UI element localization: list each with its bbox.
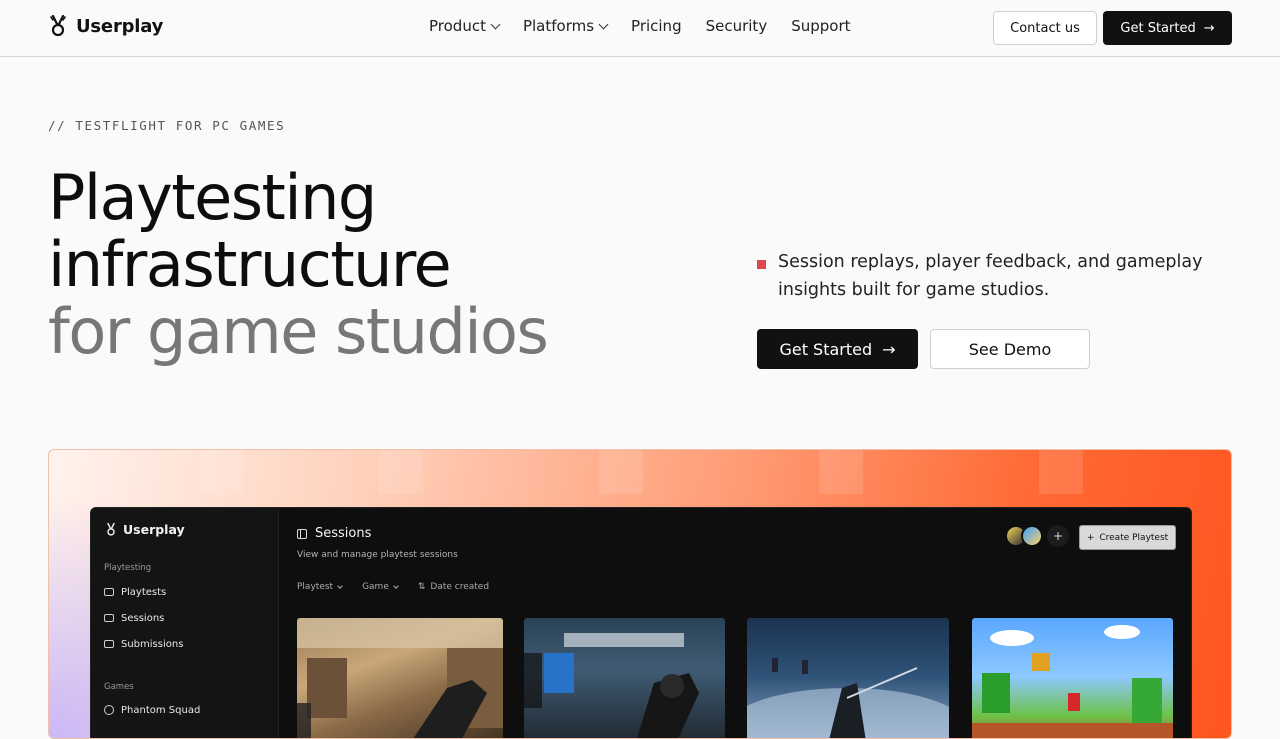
app-sidebar: Userplay Playtesting Playtests Sessions … bbox=[91, 508, 279, 738]
sidebar-item-label: Sessions bbox=[121, 612, 165, 624]
create-playtest-button[interactable]: + Create Playtest bbox=[1079, 525, 1176, 550]
filter-playtest[interactable]: Playtest bbox=[297, 582, 343, 592]
create-playtest-label: Create Playtest bbox=[1099, 532, 1169, 543]
app-brand-name: Userplay bbox=[123, 522, 185, 537]
thumbnail-art bbox=[972, 625, 1173, 738]
sidebar-section-playtesting: Playtesting bbox=[104, 563, 152, 573]
brand-name: Userplay bbox=[76, 15, 164, 37]
sidebar-item-label: Playtests bbox=[121, 586, 167, 598]
nav-get-started-label: Get Started bbox=[1120, 20, 1196, 36]
sidebar-toggle-icon[interactable] bbox=[297, 528, 307, 539]
hero-headline: Playtesting infrastructure for game stud… bbox=[48, 161, 549, 368]
filter-bar: Playtest Game ⇅ Date created bbox=[297, 582, 489, 592]
chevron-down-icon bbox=[598, 19, 609, 29]
globe-icon bbox=[104, 705, 114, 715]
decor-tile bbox=[819, 450, 863, 494]
hero-eyebrow: // TESTFLIGHT FOR PC GAMES bbox=[48, 118, 286, 133]
nav-links: Product Platforms Pricing Security Suppo… bbox=[429, 17, 851, 35]
nav-pricing[interactable]: Pricing bbox=[631, 17, 682, 35]
top-navbar: Userplay Product Platforms Pricing Secur… bbox=[0, 0, 1280, 57]
sort-date-created[interactable]: ⇅ Date created bbox=[418, 582, 489, 592]
page-title-text: Sessions bbox=[315, 526, 372, 541]
nav-security[interactable]: Security bbox=[706, 17, 768, 35]
product-preview-panel: Userplay Playtesting Playtests Sessions … bbox=[48, 449, 1232, 739]
chevron-down-icon bbox=[490, 19, 501, 29]
decor-tile bbox=[1039, 450, 1083, 494]
sidebar-item-label: Submissions bbox=[121, 638, 184, 650]
arrow-right-icon: → bbox=[882, 339, 896, 359]
video-icon bbox=[104, 614, 114, 622]
headline-line-1: Playtesting bbox=[48, 161, 377, 234]
thumbnail-art bbox=[297, 618, 503, 738]
nav-get-started-button[interactable]: Get Started → bbox=[1103, 11, 1232, 45]
chevron-down-icon bbox=[393, 583, 399, 589]
sidebar-item-submissions[interactable]: Submissions bbox=[104, 635, 183, 653]
app-main: Sessions View and manage playtest sessio… bbox=[279, 508, 1191, 738]
logo-icon bbox=[107, 522, 115, 536]
chevron-down-icon bbox=[337, 583, 343, 589]
avatar[interactable] bbox=[1021, 525, 1043, 547]
headline-line-3: for game studios bbox=[48, 295, 549, 368]
decor-tile bbox=[599, 450, 643, 494]
nav-platforms-label: Platforms bbox=[522, 17, 595, 35]
hero-get-started-button[interactable]: Get Started → bbox=[757, 329, 918, 369]
hero-description-text: Session replays, player feedback, and ga… bbox=[778, 252, 1203, 300]
see-demo-button[interactable]: See Demo bbox=[930, 329, 1090, 369]
decor-tile bbox=[379, 450, 423, 494]
decor-tile bbox=[199, 450, 243, 494]
nav-product[interactable]: Product bbox=[429, 17, 501, 35]
arrow-right-icon: → bbox=[1203, 20, 1215, 36]
plus-icon: + bbox=[1086, 532, 1095, 543]
member-avatars: + bbox=[1005, 525, 1069, 547]
nav-support[interactable]: Support bbox=[791, 17, 850, 35]
page-subtitle: View and manage playtest sessions bbox=[297, 550, 458, 560]
brand-logo[interactable]: Userplay bbox=[48, 14, 163, 38]
contact-us-button[interactable]: Contact us bbox=[993, 11, 1097, 45]
sidebar-section-games: Games bbox=[104, 682, 134, 692]
filter-game[interactable]: Game bbox=[362, 582, 399, 592]
session-thumbnail-snow-battle[interactable] bbox=[747, 618, 949, 738]
nav-product-label: Product bbox=[429, 17, 486, 35]
add-member-button[interactable]: + bbox=[1047, 525, 1069, 547]
gamepad-icon bbox=[104, 588, 114, 596]
accent-square-icon bbox=[757, 260, 766, 269]
page-title: Sessions bbox=[297, 526, 371, 541]
sidebar-item-sessions[interactable]: Sessions bbox=[104, 609, 164, 627]
filter-label: Game bbox=[362, 582, 389, 592]
sort-icon: ⇅ bbox=[417, 582, 426, 592]
hero-description: Session replays, player feedback, and ga… bbox=[757, 248, 1207, 304]
headline-line-2: infrastructure bbox=[48, 228, 452, 301]
session-thumbnail-fps-desert[interactable] bbox=[297, 618, 503, 738]
hero-get-started-label: Get Started bbox=[779, 339, 873, 359]
nav-platforms[interactable]: Platforms bbox=[522, 17, 609, 35]
session-thumbnail-sniper[interactable] bbox=[524, 618, 725, 738]
filter-label: Date created bbox=[430, 582, 490, 592]
thumbnail-art bbox=[747, 658, 949, 738]
copy-icon bbox=[104, 640, 114, 648]
sidebar-item-phantom-squad[interactable]: Phantom Squad bbox=[104, 701, 200, 719]
session-thumbnail-platformer[interactable] bbox=[972, 618, 1173, 738]
logo-icon bbox=[50, 14, 66, 37]
sidebar-item-playtests[interactable]: Playtests bbox=[104, 583, 166, 601]
app-window: Userplay Playtesting Playtests Sessions … bbox=[90, 507, 1192, 738]
app-brand[interactable]: Userplay bbox=[105, 522, 185, 537]
thumbnail-art bbox=[524, 633, 699, 738]
filter-label: Playtest bbox=[297, 582, 334, 592]
sidebar-item-label: Phantom Squad bbox=[121, 704, 201, 716]
